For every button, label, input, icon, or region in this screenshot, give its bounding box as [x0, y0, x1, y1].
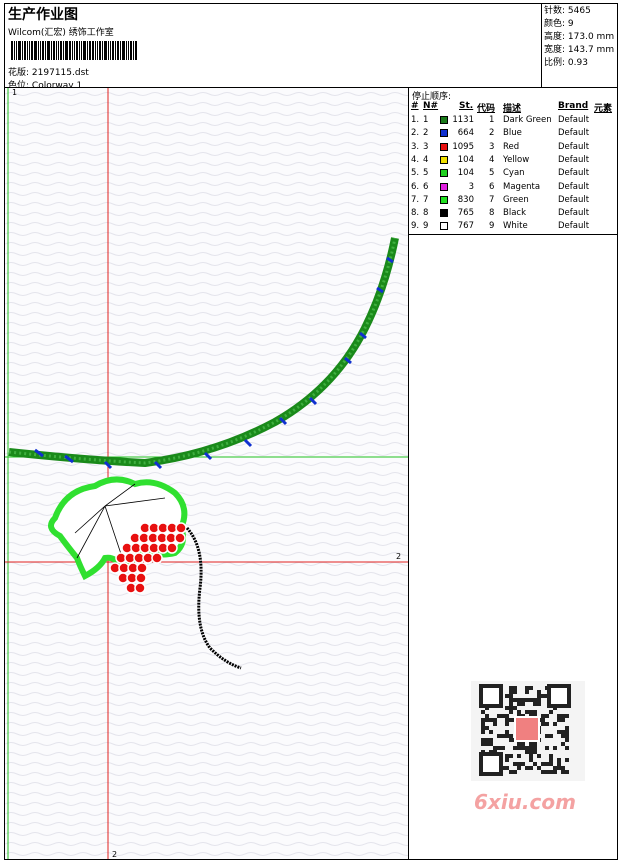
design-label: 花版: [8, 68, 30, 78]
color-swatch [440, 155, 448, 164]
qr-code [471, 681, 585, 781]
header-divider [541, 3, 542, 88]
guide-marker-1: 1 [12, 88, 17, 97]
page-title: 生产作业图 [8, 7, 78, 23]
table-row: 1. 1 1131 1 Dark Green Default [411, 115, 590, 125]
color-swatch [440, 142, 448, 151]
stat-scale: 比例: 0.93 [544, 58, 588, 68]
design-file: 2197115.dst [31, 68, 89, 78]
color-swatch [440, 182, 448, 191]
color-swatch [440, 209, 448, 218]
table-row: 4. 4 104 4 Yellow Default [411, 154, 590, 165]
panel-bottom-line [409, 234, 618, 235]
table-row: 5. 5 104 5 Cyan Default [411, 168, 590, 179]
color-swatch [440, 169, 448, 178]
barcode [11, 41, 147, 60]
table-row: 8. 8 765 8 Black Default [411, 208, 590, 219]
table-row: 2. 2 664 2 Blue Default [411, 128, 590, 139]
stop-sequence-panel: 停止顺序: # N# St. 代码 描述 Brand 元素 1. 1 1131 1 Da… [409, 88, 618, 235]
color-swatch [440, 195, 448, 204]
stat-colors: 颜色: 9 [544, 19, 574, 29]
guide-marker-2-right: 2 [396, 552, 401, 561]
design-stats: 针数: 5465 颜色: 9 高度: 173.0 mm 宽度: 143.7 mm… [544, 5, 618, 70]
table-row: 3. 3 1095 3 Red Default [411, 141, 590, 152]
header-left: 生产作业图 Wilcom(汇宏) 绣饰工作室 花版: 2197115.dst 色… [5, 4, 540, 91]
stat-width: 宽度: 143.7 mm [544, 45, 615, 55]
table-row: 7. 7 830 7 Green Default [411, 194, 590, 205]
design-info: 花版: 2197115.dst [8, 65, 89, 78]
design-canvas[interactable]: 1 2 2 [5, 88, 408, 859]
site-watermark: 6xiu.com [474, 790, 576, 814]
studio-name: Wilcom(汇宏) 绣饰工作室 [8, 28, 114, 38]
table-row: 6. 6 3 6 Magenta Default [411, 181, 590, 192]
stat-stitches: 针数: 5465 [544, 6, 591, 16]
embroidery-preview: 1 2 2 [5, 88, 408, 859]
stat-height: 高度: 173.0 mm [544, 32, 615, 42]
table-row: 9. 9 767 9 White Default [411, 221, 590, 232]
table-header: # N# St. 代码 描述 Brand 元素 [411, 101, 613, 114]
color-swatch [440, 116, 448, 124]
guide-marker-2-bottom: 2 [112, 850, 117, 859]
color-swatch [440, 222, 448, 231]
color-swatch [440, 129, 448, 138]
fabric-texture [5, 88, 408, 859]
